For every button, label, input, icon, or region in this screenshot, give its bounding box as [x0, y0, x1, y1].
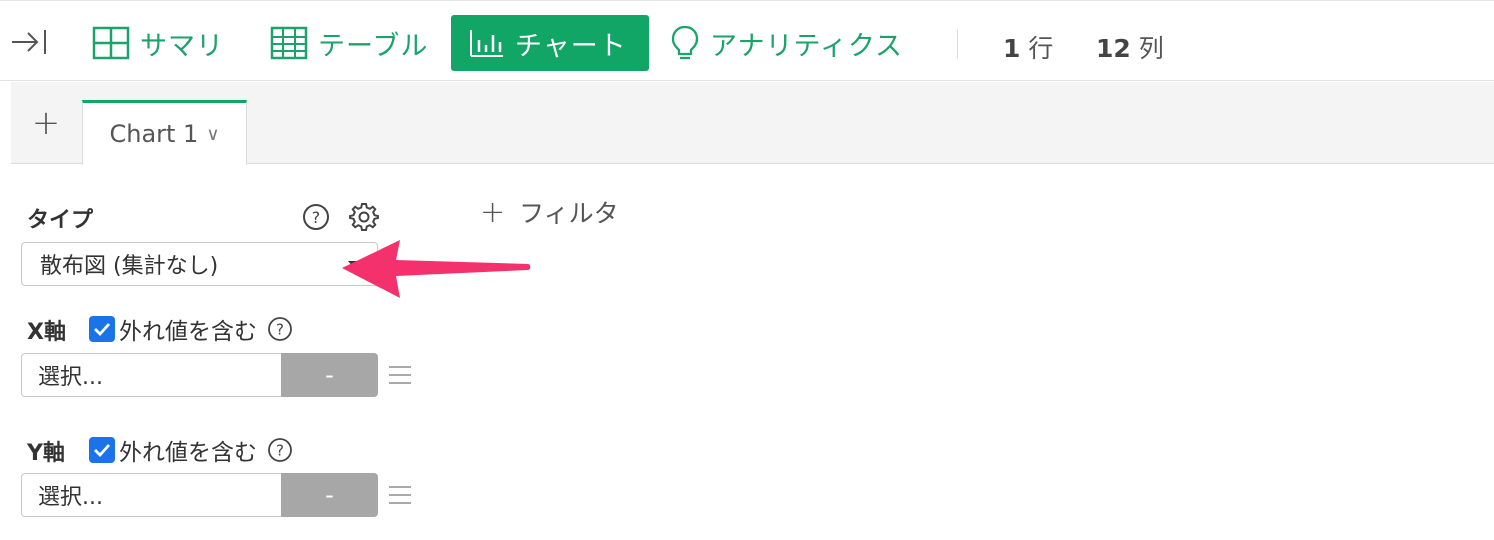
- add-chart-button[interactable]: +: [11, 82, 81, 164]
- tab-chart[interactable]: チャート: [451, 15, 649, 71]
- x-axis-outlier-label: 外れ値を含む: [119, 319, 257, 345]
- y-axis-outlier-checkbox[interactable]: [89, 437, 115, 463]
- y-axis-field-select[interactable]: 選択...: [21, 473, 282, 517]
- plus-icon: +: [480, 194, 506, 230]
- bar-chart-icon: [470, 30, 503, 57]
- view-toolbar: サマリ テーブル チャート アナリティクス 1行 12 列: [0, 0, 1494, 81]
- chart-tab-strip: + Chart 1 ∨: [11, 82, 1494, 165]
- column-count: 12 列: [1096, 29, 1164, 65]
- type-label: タイプ: [27, 208, 94, 233]
- chart-tab[interactable]: Chart 1 ∨: [82, 100, 247, 165]
- tab-chart-label: チャート: [515, 30, 627, 62]
- gear-icon[interactable]: [349, 202, 379, 236]
- x-axis-outlier-option[interactable]: 外れ値を含む ?: [89, 312, 293, 346]
- column-count-unit: 列: [1138, 34, 1164, 63]
- drag-handle-icon[interactable]: [389, 486, 411, 504]
- tab-table-label: テーブル: [318, 30, 429, 62]
- row-count-value: 1: [1003, 34, 1021, 63]
- tab-summary-label: サマリ: [140, 30, 224, 62]
- x-axis-field-select[interactable]: 選択...: [21, 353, 282, 397]
- collapse-sidebar-icon[interactable]: [10, 27, 50, 57]
- svg-text:?: ?: [312, 208, 321, 227]
- drag-handle-icon[interactable]: [389, 366, 411, 384]
- y-axis-field-placeholder: 選択...: [38, 485, 103, 510]
- tab-analytics-label: アナリティクス: [710, 30, 904, 62]
- x-axis-label: X軸: [27, 320, 66, 345]
- add-filter-button[interactable]: + フィルタ: [480, 194, 619, 230]
- lightbulb-icon: [671, 25, 699, 60]
- checkmark-icon: [94, 323, 111, 337]
- filter-label: フィルタ: [519, 199, 619, 228]
- chart-type-value: 散布図 (集計なし): [40, 254, 219, 279]
- help-icon[interactable]: ?: [267, 437, 293, 463]
- y-axis-outlier-option[interactable]: 外れ値を含む ?: [89, 433, 293, 467]
- table-icon: [270, 26, 308, 60]
- column-count-value: 12: [1096, 34, 1131, 63]
- help-icon[interactable]: ?: [267, 316, 293, 342]
- y-axis-aggregate-button[interactable]: -: [281, 473, 378, 517]
- x-axis-outlier-checkbox[interactable]: [89, 316, 115, 342]
- toolbar-divider: [957, 29, 958, 59]
- svg-text:?: ?: [276, 321, 284, 339]
- tab-analytics[interactable]: アナリティクス: [670, 15, 903, 71]
- help-icon[interactable]: ?: [302, 203, 330, 235]
- x-axis-aggregate-button[interactable]: -: [281, 353, 378, 397]
- checkmark-icon: [94, 444, 111, 458]
- tab-summary[interactable]: サマリ: [92, 15, 224, 71]
- tab-table[interactable]: テーブル: [270, 15, 428, 71]
- x-axis-field-placeholder: 選択...: [38, 365, 103, 390]
- chevron-down-icon[interactable]: ∨: [206, 124, 219, 145]
- svg-text:?: ?: [276, 442, 284, 460]
- row-count-unit: 行: [1028, 34, 1054, 63]
- chart-type-select[interactable]: 散布図 (集計なし): [21, 242, 378, 286]
- chart-tab-label: Chart 1: [109, 120, 199, 148]
- row-count: 1行: [1003, 29, 1053, 65]
- summary-grid-icon: [92, 26, 130, 60]
- y-axis-outlier-label: 外れ値を含む: [119, 440, 257, 466]
- y-axis-label: Y軸: [27, 441, 65, 466]
- annotation-arrow-icon: [342, 240, 531, 298]
